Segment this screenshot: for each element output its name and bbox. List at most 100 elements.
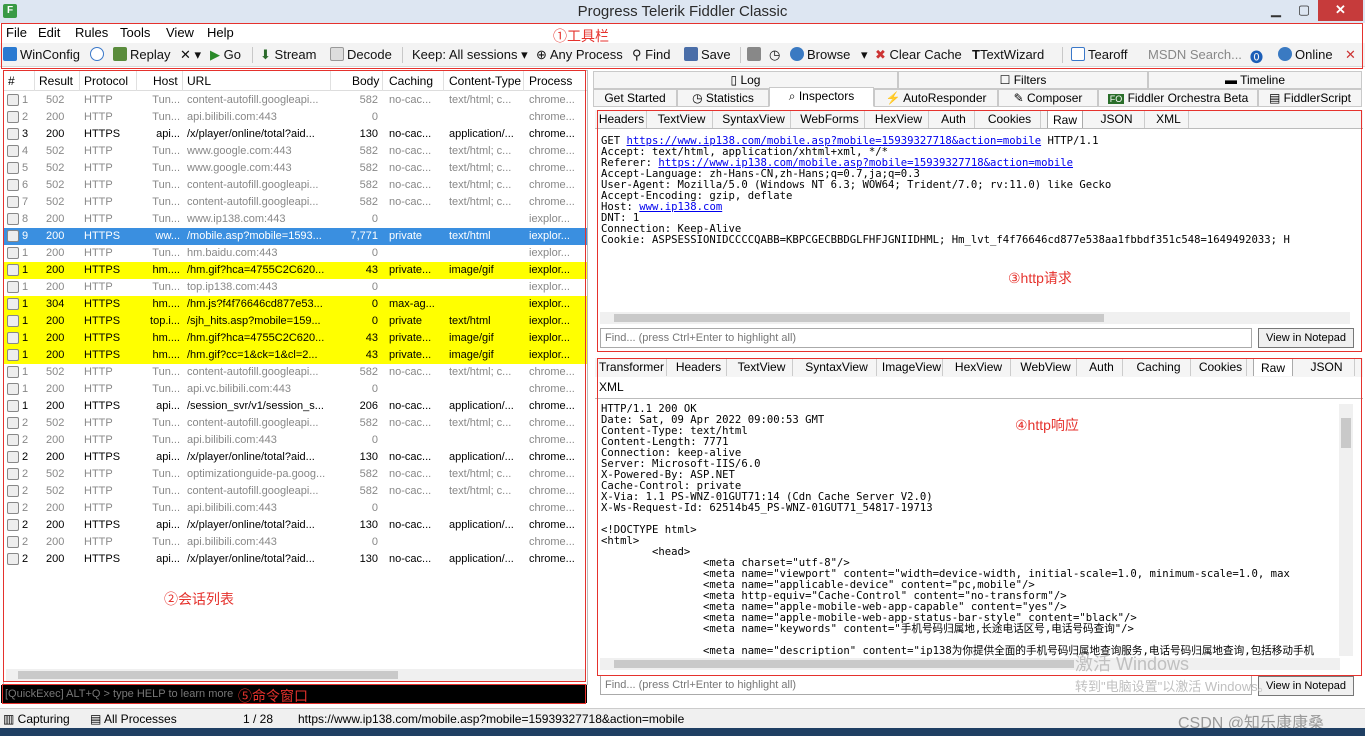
resp-tab-textview[interactable]: TextView <box>731 358 793 376</box>
decode-button[interactable]: Decode <box>330 47 392 62</box>
col-protocol[interactable]: Protocol <box>84 74 128 88</box>
clear-cache-button[interactable]: ✖ Clear Cache <box>875 47 962 63</box>
req-tab-json[interactable]: JSON <box>1089 110 1145 128</box>
tearoff-button[interactable]: Tearoff <box>1071 47 1128 62</box>
col-host[interactable]: Host <box>153 74 178 88</box>
keep-sessions-dropdown[interactable]: Keep: All sessions ▾ <box>412 47 528 63</box>
session-row[interactable]: 8 200 HTTP Tun... www.ip138.com:443 0 iexplor.… <box>4 211 587 228</box>
process-filter[interactable]: ▤ All Processes <box>90 712 177 726</box>
menu-view[interactable]: View <box>166 25 194 40</box>
session-row[interactable]: 3 200 HTTPS api... /x/player/online/total?ai… <box>4 126 587 143</box>
req-tab-webforms[interactable]: WebForms <box>795 110 865 128</box>
scrollbar-thumb[interactable] <box>614 660 1074 668</box>
req-tab-hexview[interactable]: HexView <box>869 110 929 128</box>
session-list[interactable]: # Result Protocol Host URL Body Caching … <box>3 70 588 685</box>
resp-tab-json[interactable]: JSON <box>1299 358 1355 376</box>
session-row[interactable]: 2 200 HTTPS api... /x/player/online/total?ai… <box>4 551 587 568</box>
request-find-input[interactable]: Find... (press Ctrl+Enter to highlight a… <box>600 328 1252 348</box>
menu-rules[interactable]: Rules <box>75 25 108 40</box>
session-row[interactable]: 2 200 HTTPS api... /x/player/online/total?ai… <box>4 517 587 534</box>
tab-timeline[interactable]: ▬ Timeline <box>1148 71 1362 89</box>
session-row[interactable]: 1 200 HTTPS top.i... /sjh_hits.asp?mobile=15… <box>4 313 587 330</box>
session-row[interactable]: 1 502 HTTP Tun... content-autofill.googleapi… <box>4 364 587 381</box>
close-window-button[interactable]: ✕ <box>1318 0 1363 21</box>
response-hscrollbar[interactable] <box>600 658 1340 670</box>
session-row[interactable]: 5 502 HTTP Tun... www.google.com:443 582 no-ca… <box>4 160 587 177</box>
scrollbar-thumb[interactable] <box>18 671 398 679</box>
col-url[interactable]: URL <box>187 74 211 88</box>
textwizard-button[interactable]: TTextWizard <box>972 47 1044 62</box>
session-row[interactable]: 6 502 HTTP Tun... content-autofill.googleapi… <box>4 177 587 194</box>
winconfig-button[interactable]: WinConfig <box>3 47 80 62</box>
scrollbar-thumb[interactable] <box>614 314 1104 322</box>
online-button[interactable]: Online <box>1278 47 1333 62</box>
session-row[interactable]: 2 200 HTTP Tun... api.bilibili.com:443 0 chrom… <box>4 534 587 551</box>
go-button[interactable]: ▶ Go <box>210 47 241 63</box>
col-body[interactable]: Body <box>352 74 379 88</box>
session-row[interactable]: 4 502 HTTP Tun... www.google.com:443 582 no-ca… <box>4 143 587 160</box>
stream-button[interactable]: ⬇ Stream <box>260 47 316 63</box>
resp-tab-xml[interactable]: XML <box>599 380 624 394</box>
response-view-in-notepad-button[interactable]: View in Notepad <box>1258 676 1354 696</box>
resp-tab-imageview[interactable]: ImageView <box>881 358 943 376</box>
req-tab-auth[interactable]: Auth <box>933 110 975 128</box>
resp-tab-webview[interactable]: WebView <box>1015 358 1077 376</box>
req-tab-raw[interactable]: Raw <box>1047 110 1083 128</box>
col-process[interactable]: Process <box>529 74 572 88</box>
req-tab-cookies[interactable]: Cookies <box>979 110 1041 128</box>
comment-button[interactable] <box>90 47 107 62</box>
session-row[interactable]: 1 200 HTTP Tun... top.ip138.com:443 0 iexplor.… <box>4 279 587 296</box>
tab-inspectors[interactable]: ⌕ Inspectors <box>769 87 874 107</box>
session-row[interactable]: 2 200 HTTP Tun... api.bilibili.com:443 0 chrom… <box>4 432 587 449</box>
resp-tab-syntaxview[interactable]: SyntaxView <box>797 358 877 376</box>
resp-tab-cookies[interactable]: Cookies <box>1195 358 1247 376</box>
resp-tab-hexview[interactable]: HexView <box>947 358 1011 376</box>
resp-tab-raw[interactable]: Raw <box>1253 358 1293 376</box>
session-row[interactable]: 1 502 HTTP Tun... content-autofill.googleapi… <box>4 92 587 109</box>
col-caching[interactable]: Caching <box>389 74 433 88</box>
request-view-in-notepad-button[interactable]: View in Notepad <box>1258 328 1354 348</box>
session-row[interactable]: 1 200 HTTPS hm.... /hm.gif?cc=1&ck=1&cl=2...… <box>4 347 587 364</box>
session-row[interactable]: 2 200 HTTP Tun... api.bilibili.com:443 0 chrom… <box>4 109 587 126</box>
req-tab-xml[interactable]: XML <box>1149 110 1189 128</box>
session-row[interactable]: 2 200 HTTP Tun... api.bilibili.com:443 0 chrom… <box>4 500 587 517</box>
help-icon[interactable]: ⓿ <box>1250 47 1263 66</box>
scrollbar-thumb[interactable] <box>1341 418 1351 448</box>
save-button[interactable]: Save <box>684 47 731 62</box>
menu-help[interactable]: Help <box>207 25 234 40</box>
session-row[interactable]: 7 502 HTTP Tun... content-autofill.googleapi… <box>4 194 587 211</box>
menu-edit[interactable]: Edit <box>38 25 60 40</box>
tab-autoresponder[interactable]: ⚡ AutoResponder <box>874 89 998 107</box>
maximize-button[interactable]: ▢ <box>1290 0 1318 21</box>
timer-button[interactable]: ◷ <box>769 47 780 63</box>
session-row[interactable]: 2 502 HTTP Tun... content-autofill.googleapi… <box>4 483 587 500</box>
response-vscrollbar[interactable] <box>1339 404 1353 656</box>
tab-filters[interactable]: ☐ Filters <box>898 71 1148 89</box>
session-row[interactable]: 2 502 HTTP Tun... optimizationguide-pa.goog.… <box>4 466 587 483</box>
msdn-search-input[interactable]: MSDN Search... <box>1148 47 1242 62</box>
request-raw-view[interactable]: GET https://www.ip138.com/mobile.asp?mob… <box>601 136 1361 311</box>
req-tab-headers[interactable]: Headers <box>597 110 647 128</box>
session-row[interactable]: 1 200 HTTPS hm.... /hm.gif?hca=4755C2C620...… <box>4 262 587 279</box>
response-raw-view[interactable]: HTTP/1.1 200 OK Date: Sat, 09 Apr 2022 0… <box>601 404 1339 656</box>
browse-button[interactable]: Browse <box>790 47 850 62</box>
session-list-scrollbar[interactable] <box>6 669 586 681</box>
request-hscrollbar[interactable] <box>600 312 1350 324</box>
close-toolbar-button[interactable]: ✕ <box>1345 47 1356 63</box>
col-number[interactable]: # <box>8 74 15 88</box>
tab-fiddlerscript[interactable]: ▤ FiddlerScript <box>1258 89 1362 107</box>
session-row[interactable]: 2 200 HTTPS api... /x/player/online/total?ai… <box>4 449 587 466</box>
tab-get-started[interactable]: Get Started <box>593 89 677 107</box>
browse-dropdown[interactable]: ▾ <box>861 47 868 63</box>
menu-file[interactable]: File <box>6 25 27 40</box>
session-row[interactable]: 1 304 HTTPS hm.... /hm.js?f4f76646cd877e53..… <box>4 296 587 313</box>
resp-tab-headers[interactable]: Headers <box>671 358 727 376</box>
tab-fiddler-orchestra[interactable]: FO Fiddler Orchestra Beta <box>1098 89 1258 107</box>
camera-button[interactable] <box>747 47 764 62</box>
tab-statistics[interactable]: ◷ Statistics <box>677 89 769 107</box>
col-result[interactable]: Result <box>39 74 73 88</box>
resp-tab-auth[interactable]: Auth <box>1081 358 1123 376</box>
remove-button[interactable]: ✕ ▾ <box>180 47 201 63</box>
tab-composer[interactable]: ✎ Composer <box>998 89 1098 107</box>
req-tab-syntaxview[interactable]: SyntaxView <box>717 110 791 128</box>
